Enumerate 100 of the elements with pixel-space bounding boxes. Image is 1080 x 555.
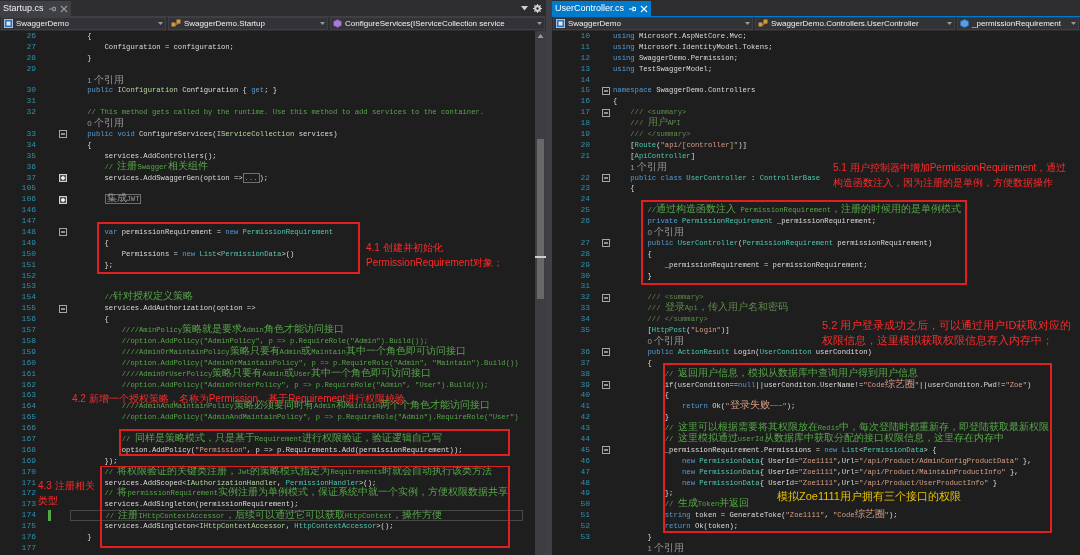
line-number: 159 [20,346,36,358]
line-number: 155 [20,303,36,315]
pin-icon[interactable] [47,4,56,13]
collapse-icon[interactable] [602,239,610,248]
line-number: 11 [579,41,590,53]
collapse-icon[interactable] [602,380,610,389]
line-number: 158 [20,335,36,347]
line-number: 28 [579,248,590,260]
expand-icon[interactable] [59,195,67,204]
line-number: 15 [579,85,590,97]
line-number: 32 [25,107,36,119]
line-number: 33 [579,303,590,315]
collapse-icon[interactable] [602,293,610,302]
line-number: 37 [579,357,590,369]
line-number: 173 [20,499,36,511]
reference-count[interactable]: 1 个引用 [630,161,667,173]
line-number: 20 [579,139,590,151]
line-number: 172 [20,488,36,500]
line-number: 162 [20,379,36,391]
dropdown-caret-icon[interactable] [320,22,325,25]
line-number: 163 [20,390,36,402]
line-number: 12 [579,52,590,64]
class-icon [171,19,181,28]
line-number: 34 [579,314,590,326]
project-icon [4,19,13,28]
line-number: 164 [20,401,36,413]
annotation-text: 5.2 用户登录成功之后，可以通过用户ID获取对应的权限信息，这里模拟获取权限信息存入内存中； [822,318,1072,348]
annotation-text: 模拟Zoe1111用户拥有三个接口的权限 [777,489,962,504]
line-number: 157 [20,325,36,336]
line-number: 31 [25,96,36,108]
dropdown-caret-icon[interactable] [158,22,163,25]
line-number: 168 [20,444,36,456]
line-number: 42 [579,412,590,424]
line-number: 150 [20,248,36,260]
collapse-icon[interactable] [602,86,610,95]
settings-icon[interactable] [533,4,542,13]
annotation-text: 4.1 创建并初始化PermissionRequirement对象； [366,241,504,270]
line-number: 48 [579,477,590,489]
line-number: 26 [579,216,590,228]
nav-dropdown[interactable]: SwaggerDemo [1,17,166,30]
annotation-text: 4.3 注册相关类型 [38,479,96,508]
scrollbar[interactable] [535,31,546,555]
line-number: 147 [20,216,36,228]
line-number: 167 [20,433,36,445]
nav-dropdown[interactable]: _permissionRequirement [957,17,1079,30]
line-number: 25 [579,205,590,217]
collapse-icon[interactable] [602,174,610,182]
collapse-icon[interactable] [602,348,610,357]
line-number: 105 [20,183,36,195]
line-number: 47 [579,466,590,478]
reference-count[interactable]: 0 个引用 [647,227,685,238]
nav-dropdown[interactable]: SwaggerDemo.Startup [168,17,328,30]
line-number: 39 [579,379,590,391]
nav-dropdown[interactable]: ConfigureServices(IServiceCollection service [330,17,545,30]
line-number: 36 [25,161,36,173]
reference-count[interactable]: 0 个引用 [87,118,124,129]
line-number: 50 [579,499,590,511]
line-number: 22 [579,172,590,184]
expand-icon[interactable] [59,174,67,182]
nav-dropdown[interactable]: SwaggerDemo.Controllers.UserController [755,17,955,30]
line-number: 40 [579,390,590,402]
collapse-icon[interactable] [59,304,67,313]
line-number: 154 [20,292,36,304]
reference-count[interactable]: 0 个引用 [647,335,685,347]
line-number: 106 [20,194,36,206]
line-number: 21 [579,150,590,162]
collapse-icon[interactable] [602,108,610,117]
dropdown-caret-icon[interactable] [745,22,750,25]
line-number: 33 [25,129,36,140]
dropdown-caret-icon[interactable] [1071,22,1076,25]
dropdown-caret-icon[interactable] [947,22,952,25]
collapse-icon[interactable] [602,446,610,455]
dropdown-caret-icon[interactable] [537,22,542,25]
line-number: 17 [579,107,590,119]
line-number: 28 [25,52,36,64]
line-number: 29 [25,63,36,75]
line-number: 35 [579,325,590,336]
reference-count[interactable]: 1 个引用 [647,542,685,554]
line-number: 160 [20,357,36,369]
line-number: 165 [20,412,36,424]
reference-count[interactable]: 1 个引用 [87,74,124,86]
collapse-icon[interactable] [59,228,67,237]
close-icon[interactable] [59,4,68,13]
line-number: 51 [579,510,590,522]
line-number: 14 [579,74,590,86]
method-icon [333,19,342,28]
line-number: 41 [579,401,590,413]
line-number: 27 [579,237,590,249]
line-number: 166 [20,423,36,434]
line-number: 146 [20,205,36,217]
line-number: 38 [579,368,590,380]
file-tab[interactable]: Startup.cs [0,1,71,16]
collapse-icon[interactable] [59,130,67,139]
nav-dropdown[interactable]: SwaggerDemo [553,17,753,30]
line-number: 24 [579,194,590,206]
line-number: 26 [25,31,36,42]
line-number: 148 [20,227,36,238]
dropdown-caret-icon[interactable] [521,6,528,11]
line-number: 30 [579,270,590,282]
line-number: 153 [20,281,36,293]
